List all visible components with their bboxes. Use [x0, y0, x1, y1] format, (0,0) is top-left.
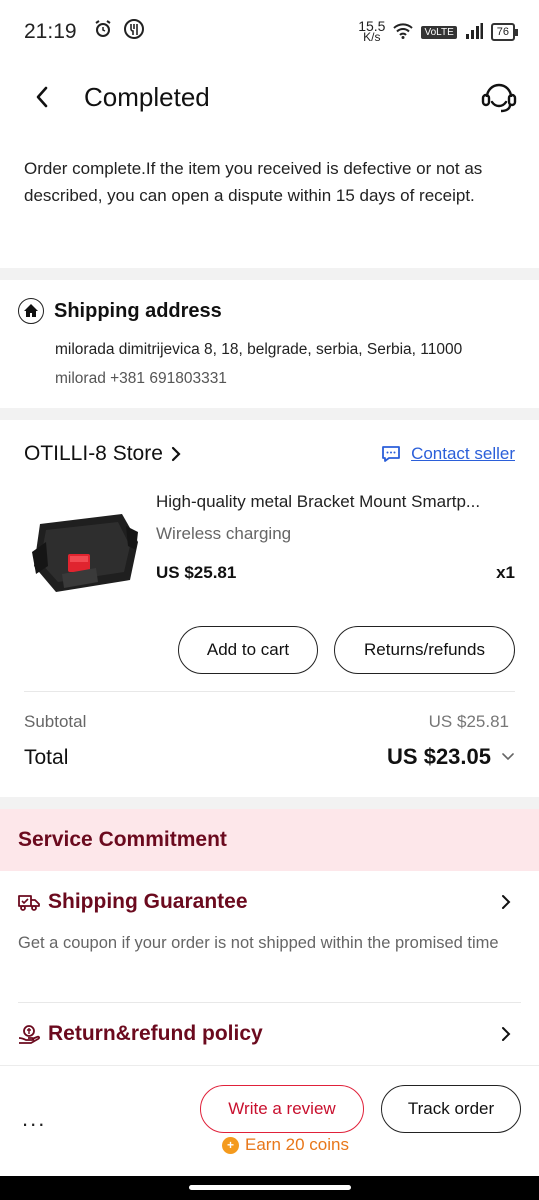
service-commitment-header: Service Commitment: [0, 809, 539, 871]
order-complete-notice: Order complete.If the item you received …: [24, 159, 483, 205]
store-order-card: OTILLI-8 Store Contact seller High-quali…: [0, 420, 539, 798]
chevron-down-icon: [502, 753, 514, 761]
track-order-button[interactable]: Track order: [381, 1085, 521, 1133]
product-title[interactable]: High-quality metal Bracket Mount Smartp.…: [156, 492, 516, 512]
shipping-guarantee-title: Shipping Guarantee: [48, 890, 248, 913]
contact-seller-link[interactable]: Contact seller: [381, 444, 515, 464]
product-variant: Wireless charging: [156, 524, 292, 543]
signal-icon: [465, 22, 483, 42]
header: Completed: [0, 64, 539, 130]
status-time: 21:19: [24, 20, 77, 43]
return-refund-policy-row[interactable]: Return&refund policy: [18, 1022, 521, 1046]
total-label: Total: [24, 746, 69, 769]
app-notification-icon: [123, 18, 145, 46]
total-value-toggle[interactable]: US $23.05: [387, 744, 515, 770]
home-icon: [18, 298, 44, 324]
chat-icon: [382, 446, 400, 462]
bottom-action-bar: ... Write a review Track order + Earn 20…: [0, 1065, 539, 1176]
chevron-right-icon: [171, 446, 181, 462]
network-speed: 15.5 K/s: [358, 18, 386, 44]
returns-refunds-button[interactable]: Returns/refunds: [334, 626, 515, 674]
home-gesture-handle[interactable]: [189, 1185, 351, 1190]
alarm-icon: [93, 19, 113, 45]
headset-icon: [481, 83, 517, 113]
battery-indicator: 76: [490, 23, 519, 41]
shipping-address-title: Shipping address: [54, 299, 222, 322]
chevron-right-icon: [502, 895, 511, 909]
subtotal-label: Subtotal: [24, 712, 87, 731]
write-review-button[interactable]: Write a review: [200, 1085, 364, 1133]
chevron-left-icon: [36, 86, 48, 108]
section-divider: [0, 268, 539, 280]
page-title: Completed: [84, 81, 210, 112]
divider: [24, 691, 515, 692]
back-button[interactable]: [22, 77, 62, 117]
recipient-line: milorad +381 691803331: [55, 370, 227, 387]
product-price: US $25.81: [156, 563, 237, 582]
total-value: US $23.05: [387, 744, 491, 769]
section-divider: [0, 408, 539, 420]
divider: [18, 1002, 521, 1003]
chevron-right-icon: [502, 1027, 511, 1041]
section-divider: [0, 797, 539, 809]
address-line: milorada dimitrijevica 8, 18, belgrade, …: [55, 341, 463, 358]
system-navigation-bar: [0, 1176, 539, 1200]
coin-icon: +: [222, 1136, 239, 1154]
add-to-cart-button[interactable]: Add to cart: [178, 626, 318, 674]
shipping-address-section: Shipping address milorada dimitrijevica …: [0, 282, 539, 408]
wifi-icon: [393, 22, 414, 42]
more-options-button[interactable]: ...: [22, 1106, 46, 1132]
product-image[interactable]: [26, 502, 142, 602]
delivery-truck-icon: [18, 895, 40, 911]
earn-coins-hint: + Earn 20 coins: [222, 1135, 349, 1155]
refund-policy-icon: [18, 1025, 40, 1044]
subtotal-value: US $25.81: [428, 712, 509, 731]
customer-support-button[interactable]: [479, 77, 519, 117]
shipping-guarantee-description: Get a coupon if your order is not shippe…: [18, 934, 499, 952]
product-quantity: x1: [496, 563, 515, 582]
return-refund-policy-title: Return&refund policy: [48, 1022, 263, 1045]
shipping-guarantee-row[interactable]: Shipping Guarantee Get a coupon if your …: [18, 890, 521, 955]
status-bar: 21:19 15.5 K/s VoLTE 76: [0, 0, 539, 64]
store-name-link[interactable]: OTILLI-8 Store: [24, 442, 181, 466]
volte-badge: VoLTE: [421, 25, 457, 39]
